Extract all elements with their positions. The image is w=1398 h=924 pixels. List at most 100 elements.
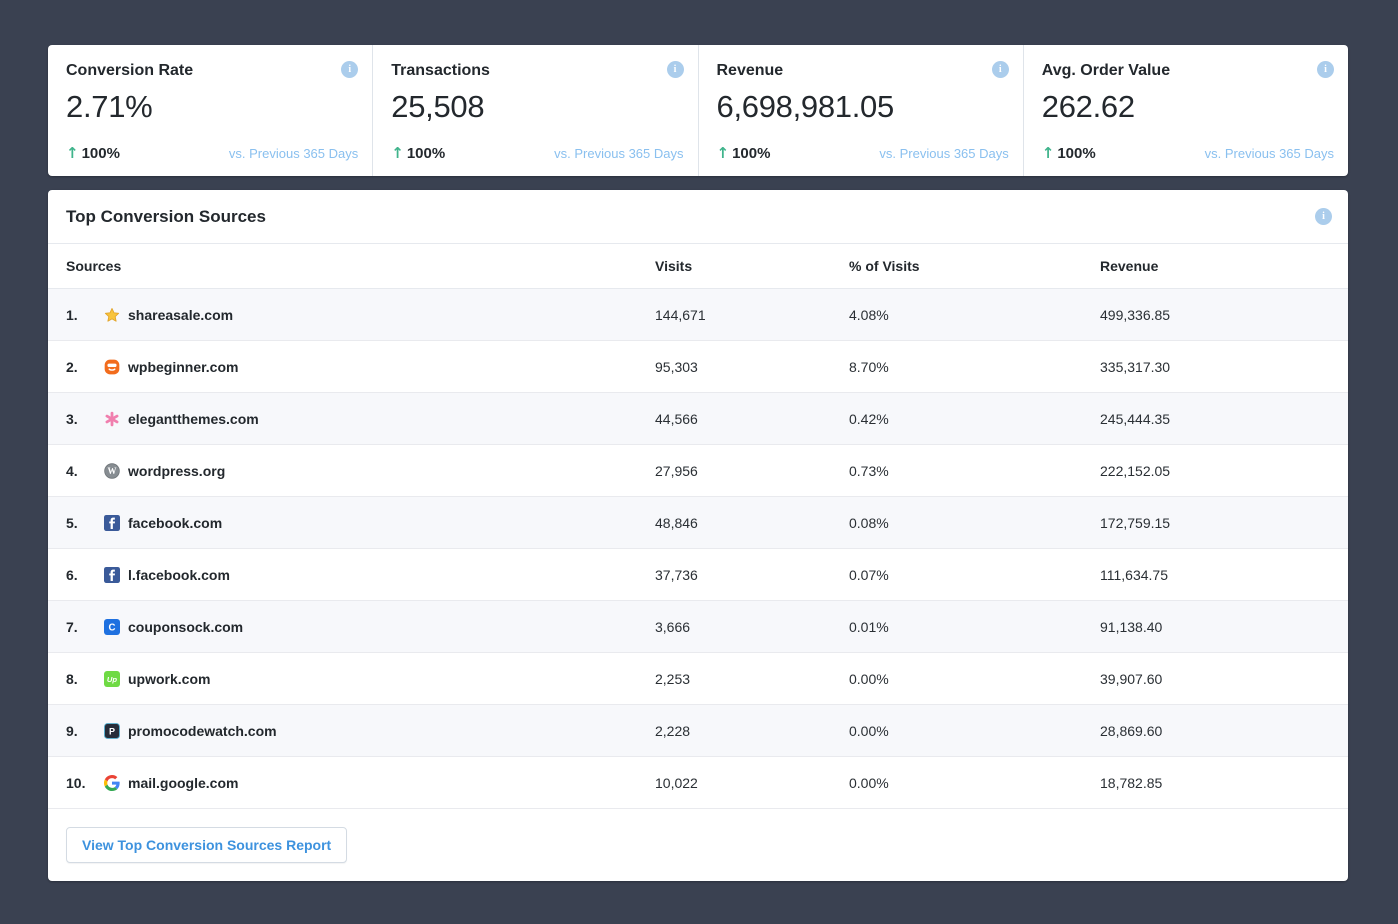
pct-of-visits-cell: 0.42% <box>849 411 1100 427</box>
pct-of-visits-cell: 4.08% <box>849 307 1100 323</box>
stat-card-avg-order-value: Avg. Order Value i 262.62 ↑100% vs. Prev… <box>1024 45 1348 176</box>
visits-cell: 2,228 <box>655 723 849 739</box>
revenue-cell: 18,782.85 <box>1100 775 1330 791</box>
facebook-favicon-icon <box>104 567 120 583</box>
pct-of-visits-cell: 0.07% <box>849 567 1100 583</box>
stat-label: Avg. Order Value <box>1042 62 1334 80</box>
stat-label: Revenue <box>717 62 1009 80</box>
pct-of-visits-cell: 0.08% <box>849 515 1100 531</box>
info-icon[interactable]: i <box>992 61 1009 78</box>
panel-title: Top Conversion Sources <box>66 207 266 226</box>
elegantthemes-favicon-icon <box>104 411 120 427</box>
source-link[interactable]: upwork.com <box>128 671 655 687</box>
visits-cell: 3,666 <box>655 619 849 635</box>
source-link[interactable]: l.facebook.com <box>128 567 655 583</box>
info-icon[interactable]: i <box>1317 61 1334 78</box>
rank-label: 10. <box>66 775 104 791</box>
view-top-conversion-sources-report-button[interactable]: View Top Conversion Sources Report <box>66 827 347 863</box>
revenue-cell: 499,336.85 <box>1100 307 1330 323</box>
source-link[interactable]: elegantthemes.com <box>128 411 655 427</box>
panel-footer: View Top Conversion Sources Report <box>48 809 1348 881</box>
stat-change: ↑100% <box>1042 144 1096 162</box>
stat-change: ↑100% <box>717 144 771 162</box>
rank-label: 2. <box>66 359 104 375</box>
stat-change-value: 100% <box>732 145 770 162</box>
up-arrow-icon: ↑ <box>391 144 404 162</box>
rank-label: 5. <box>66 515 104 531</box>
wpbeginner-favicon-icon <box>104 359 120 375</box>
stat-change-value: 100% <box>407 145 445 162</box>
pct-of-visits-cell: 0.01% <box>849 619 1100 635</box>
stat-card-transactions: Transactions i 25,508 ↑100% vs. Previous… <box>373 45 698 176</box>
table-body: 1. shareasale.com 144,671 4.08% 499,336.… <box>48 289 1348 809</box>
wordpress-favicon-icon: W <box>104 463 120 479</box>
visits-cell: 27,956 <box>655 463 849 479</box>
source-link[interactable]: wordpress.org <box>128 463 655 479</box>
table-row: 2. wpbeginner.com 95,303 8.70% 335,317.3… <box>48 341 1348 393</box>
table-row: 8. Up upwork.com 2,253 0.00% 39,907.60 <box>48 653 1348 705</box>
svg-text:Up: Up <box>107 675 118 684</box>
stat-change: ↑100% <box>391 144 445 162</box>
pct-of-visits-cell: 0.00% <box>849 671 1100 687</box>
revenue-cell: 335,317.30 <box>1100 359 1330 375</box>
panel-header: Top Conversion Sources i <box>48 190 1348 244</box>
pct-of-visits-cell: 0.00% <box>849 775 1100 791</box>
revenue-cell: 39,907.60 <box>1100 671 1330 687</box>
ecommerce-report-page: Conversion Rate i 2.71% ↑100% vs. Previo… <box>0 0 1398 881</box>
stat-compare-label: vs. Previous 365 Days <box>1205 146 1334 161</box>
pct-of-visits-cell: 0.73% <box>849 463 1100 479</box>
rank-label: 1. <box>66 307 104 323</box>
source-link[interactable]: mail.google.com <box>128 775 655 791</box>
visits-cell: 44,566 <box>655 411 849 427</box>
visits-cell: 144,671 <box>655 307 849 323</box>
info-icon[interactable]: i <box>1315 208 1332 225</box>
overview-stats: Conversion Rate i 2.71% ↑100% vs. Previo… <box>48 45 1348 176</box>
visits-cell: 2,253 <box>655 671 849 687</box>
stat-change-value: 100% <box>1057 145 1095 162</box>
revenue-cell: 28,869.60 <box>1100 723 1330 739</box>
stat-card-revenue: Revenue i 6,698,981.05 ↑100% vs. Previou… <box>699 45 1024 176</box>
table-row: 10. mail.google.com 10,022 0.00% 18,782.… <box>48 757 1348 809</box>
shareasale-star-favicon-icon <box>104 307 120 323</box>
source-link[interactable]: shareasale.com <box>128 307 655 323</box>
rank-label: 9. <box>66 723 104 739</box>
revenue-cell: 172,759.15 <box>1100 515 1330 531</box>
stat-footer: ↑100% vs. Previous 365 Days <box>1042 144 1334 162</box>
revenue-cell: 245,444.35 <box>1100 411 1330 427</box>
column-header-visits: Visits <box>655 258 849 274</box>
source-link[interactable]: facebook.com <box>128 515 655 531</box>
stat-label: Transactions <box>391 62 683 80</box>
top-conversion-sources-panel: Top Conversion Sources i Sources Visits … <box>48 190 1348 881</box>
stat-change-value: 100% <box>82 145 120 162</box>
couponsock-favicon-icon: C <box>104 619 120 635</box>
source-link[interactable]: wpbeginner.com <box>128 359 655 375</box>
stat-label: Conversion Rate <box>66 62 358 80</box>
visits-cell: 37,736 <box>655 567 849 583</box>
source-link[interactable]: promocodewatch.com <box>128 723 655 739</box>
table-row: 3. elegantthemes.com 44,566 0.42% 245,44… <box>48 393 1348 445</box>
svg-text:C: C <box>109 622 116 633</box>
source-link[interactable]: couponsock.com <box>128 619 655 635</box>
stat-footer: ↑100% vs. Previous 365 Days <box>391 144 683 162</box>
facebook-favicon-icon <box>104 515 120 531</box>
table-row: 4. W wordpress.org 27,956 0.73% 222,152.… <box>48 445 1348 497</box>
table-row: 7. C couponsock.com 3,666 0.01% 91,138.4… <box>48 601 1348 653</box>
visits-cell: 10,022 <box>655 775 849 791</box>
info-icon[interactable]: i <box>667 61 684 78</box>
pct-of-visits-cell: 8.70% <box>849 359 1100 375</box>
visits-cell: 48,846 <box>655 515 849 531</box>
stat-value: 25,508 <box>391 89 683 125</box>
revenue-cell: 222,152.05 <box>1100 463 1330 479</box>
stat-compare-label: vs. Previous 365 Days <box>229 146 358 161</box>
stat-compare-label: vs. Previous 365 Days <box>879 146 1008 161</box>
pct-of-visits-cell: 0.00% <box>849 723 1100 739</box>
up-arrow-icon: ↑ <box>717 144 730 162</box>
revenue-cell: 91,138.40 <box>1100 619 1330 635</box>
table-row: 1. shareasale.com 144,671 4.08% 499,336.… <box>48 289 1348 341</box>
table-row: 9. P promocodewatch.com 2,228 0.00% 28,8… <box>48 705 1348 757</box>
column-header-revenue: Revenue <box>1100 258 1330 274</box>
stat-change: ↑100% <box>66 144 120 162</box>
rank-label: 3. <box>66 411 104 427</box>
table-row: 6. l.facebook.com 37,736 0.07% 111,634.7… <box>48 549 1348 601</box>
rank-label: 6. <box>66 567 104 583</box>
